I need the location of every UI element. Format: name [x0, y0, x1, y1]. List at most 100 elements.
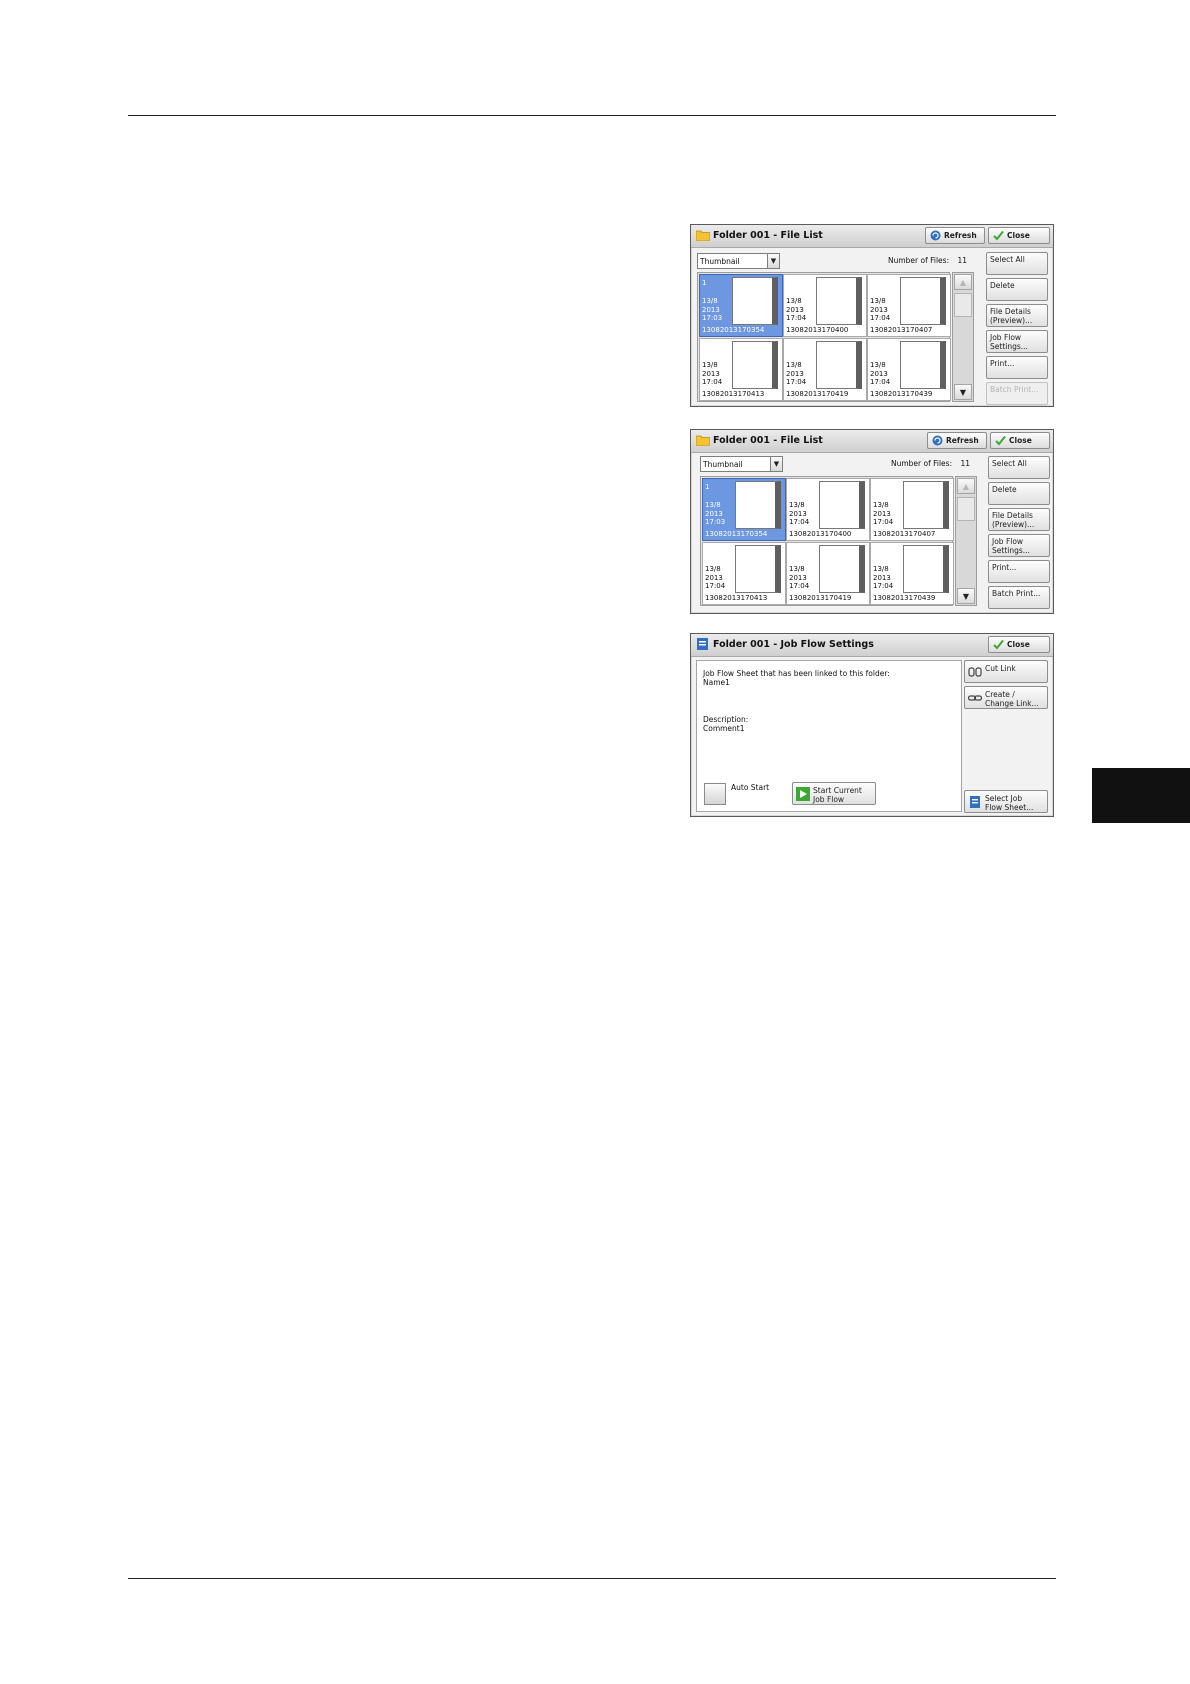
- create-change-link-label: Create / Change Link...: [985, 690, 1039, 708]
- view-select-value: Thumbnail: [703, 460, 743, 469]
- page-thumbnail: [735, 545, 781, 593]
- print-button[interactable]: Print...: [988, 560, 1050, 583]
- close-button[interactable]: Close: [988, 227, 1050, 244]
- scrollbar[interactable]: ▲ ▼: [952, 272, 974, 402]
- panel-title: Folder 001 - Job Flow Settings: [713, 639, 874, 650]
- file-list-panel-1: Folder 001 - File List Refresh Close Thu…: [690, 224, 1054, 407]
- close-label: Close: [1009, 436, 1032, 445]
- delete-button[interactable]: Delete: [986, 278, 1048, 301]
- scroll-up-icon[interactable]: ▲: [957, 478, 975, 494]
- file-date: 13/8 2013 17:04: [873, 565, 894, 590]
- file-date: 13/8 2013 17:03: [705, 501, 726, 526]
- page-thumbnail: [735, 481, 781, 529]
- file-name: 13082013170439: [870, 390, 933, 398]
- close-button[interactable]: Close: [988, 636, 1050, 653]
- refresh-button[interactable]: Refresh: [927, 432, 987, 449]
- job-flow-settings-button[interactable]: Job Flow Settings...: [988, 534, 1050, 557]
- select-label-line-1: Select Job: [985, 794, 1023, 803]
- batch-print-button[interactable]: Batch Print...: [988, 586, 1050, 609]
- refresh-icon: [932, 435, 943, 446]
- scrollbar[interactable]: ▲ ▼: [955, 476, 977, 606]
- file-thumbnail[interactable]: 13/8 2013 17:04 13082013170419: [786, 542, 870, 605]
- file-count-value: 11: [960, 459, 971, 468]
- batch-print-button[interactable]: Batch Print...: [986, 382, 1048, 405]
- file-date: 13/8 2013 17:04: [702, 361, 723, 386]
- file-name: 13082013170419: [786, 390, 849, 398]
- file-details-button[interactable]: File Details (Preview)...: [988, 508, 1050, 531]
- job-flow-info-area: Job Flow Sheet that has been linked to t…: [696, 660, 962, 812]
- cut-link-button[interactable]: Cut Link: [964, 660, 1048, 683]
- file-name: 13082013170407: [870, 326, 933, 334]
- file-thumbnail[interactable]: 13/8 2013 17:04 13082013170413: [699, 338, 783, 401]
- view-select[interactable]: Thumbnail ▼: [697, 253, 780, 269]
- start-label-line-2: Job Flow: [813, 795, 845, 804]
- file-thumbnail[interactable]: 13/8 2013 17:04 13082013170400: [786, 478, 870, 541]
- thumbnail-grid: 1 13/8 2013 17:03 13082013170354 13/8 20…: [697, 272, 951, 402]
- page-thumbnail: [816, 341, 862, 389]
- select-job-flow-sheet-button[interactable]: Select Job Flow Sheet...: [964, 790, 1048, 813]
- refresh-icon: [930, 230, 941, 241]
- start-icon: [796, 787, 810, 801]
- scroll-thumb[interactable]: [957, 497, 975, 521]
- title-bar: Folder 001 - File List Refresh Close: [691, 430, 1053, 453]
- page-thumbnail: [732, 341, 778, 389]
- file-name: 13082013170354: [705, 530, 768, 538]
- file-count-label: Number of Files:: [891, 459, 953, 468]
- delete-button[interactable]: Delete: [988, 482, 1050, 505]
- chevron-down-icon[interactable]: ▼: [767, 254, 779, 268]
- page-thumbnail: [900, 277, 946, 325]
- close-button[interactable]: Close: [990, 432, 1050, 449]
- file-count: Number of Files: 11: [891, 459, 970, 468]
- select-all-button[interactable]: Select All: [986, 252, 1048, 275]
- chevron-down-icon[interactable]: ▼: [770, 457, 782, 471]
- file-thumbnail[interactable]: 13/8 2013 17:04 13082013170407: [870, 478, 954, 541]
- file-date: 13/8 2013 17:04: [786, 297, 807, 322]
- job-flow-settings-label: Job Flow Settings...: [990, 333, 1028, 351]
- select-all-button[interactable]: Select All: [988, 456, 1050, 479]
- scroll-up-icon[interactable]: ▲: [954, 274, 972, 290]
- refresh-label: Refresh: [944, 231, 977, 240]
- job-flow-settings-label: Job Flow Settings...: [992, 537, 1030, 555]
- print-button[interactable]: Print...: [986, 356, 1048, 379]
- file-thumbnail[interactable]: 13/8 2013 17:04 13082013170439: [870, 542, 954, 605]
- create-label-line-2: Change Link...: [985, 699, 1039, 708]
- bottom-rule: [128, 1578, 1056, 1579]
- job-flow-settings-button[interactable]: Job Flow Settings...: [986, 330, 1048, 353]
- select-all-label: Select All: [992, 459, 1027, 468]
- create-label-line-1: Create /: [985, 690, 1015, 699]
- file-thumbnail[interactable]: 13/8 2013 17:04 13082013170413: [702, 542, 786, 605]
- view-select[interactable]: Thumbnail ▼: [700, 456, 783, 472]
- select-all-label: Select All: [990, 255, 1025, 264]
- start-current-job-flow-label: Start Current Job Flow: [813, 786, 862, 804]
- page-thumbnail: [903, 481, 949, 529]
- check-icon: [993, 639, 1004, 650]
- file-name: 13082013170400: [786, 326, 849, 334]
- file-date: 13/8 2013 17:04: [789, 501, 810, 526]
- page-thumbnail: [819, 481, 865, 529]
- file-thumbnail[interactable]: 13/8 2013 17:04 13082013170419: [783, 338, 867, 401]
- file-date: 13/8 2013 17:04: [870, 297, 891, 322]
- file-name: 13082013170400: [789, 530, 852, 538]
- scroll-down-icon[interactable]: ▼: [954, 384, 972, 400]
- file-date: 13/8 2013 17:04: [705, 565, 726, 590]
- file-number: 1: [705, 483, 710, 491]
- file-thumbnail[interactable]: 1 13/8 2013 17:03 13082013170354: [702, 478, 786, 541]
- auto-start-checkbox[interactable]: [704, 783, 726, 805]
- file-date: 13/8 2013 17:04: [786, 361, 807, 386]
- file-thumbnail[interactable]: 13/8 2013 17:04 13082013170439: [867, 338, 951, 401]
- create-change-link-button[interactable]: Create / Change Link...: [964, 686, 1048, 709]
- batch-print-label: Batch Print...: [990, 385, 1039, 394]
- delete-label: Delete: [992, 485, 1017, 494]
- refresh-button[interactable]: Refresh: [925, 227, 985, 244]
- file-thumbnail[interactable]: 13/8 2013 17:04 13082013170407: [867, 274, 951, 337]
- scroll-thumb[interactable]: [954, 293, 972, 317]
- file-details-button[interactable]: File Details (Preview)...: [986, 304, 1048, 327]
- file-count-value: 11: [957, 256, 968, 265]
- file-thumbnail[interactable]: 13/8 2013 17:04 13082013170400: [783, 274, 867, 337]
- start-current-job-flow-button[interactable]: Start Current Job Flow: [792, 782, 876, 805]
- file-thumbnail[interactable]: 1 13/8 2013 17:03 13082013170354: [699, 274, 783, 337]
- panel-title: Folder 001 - File List: [713, 230, 823, 241]
- file-name: 13082013170354: [702, 326, 765, 334]
- auto-start-label: Auto Start: [731, 783, 770, 792]
- scroll-down-icon[interactable]: ▼: [957, 588, 975, 604]
